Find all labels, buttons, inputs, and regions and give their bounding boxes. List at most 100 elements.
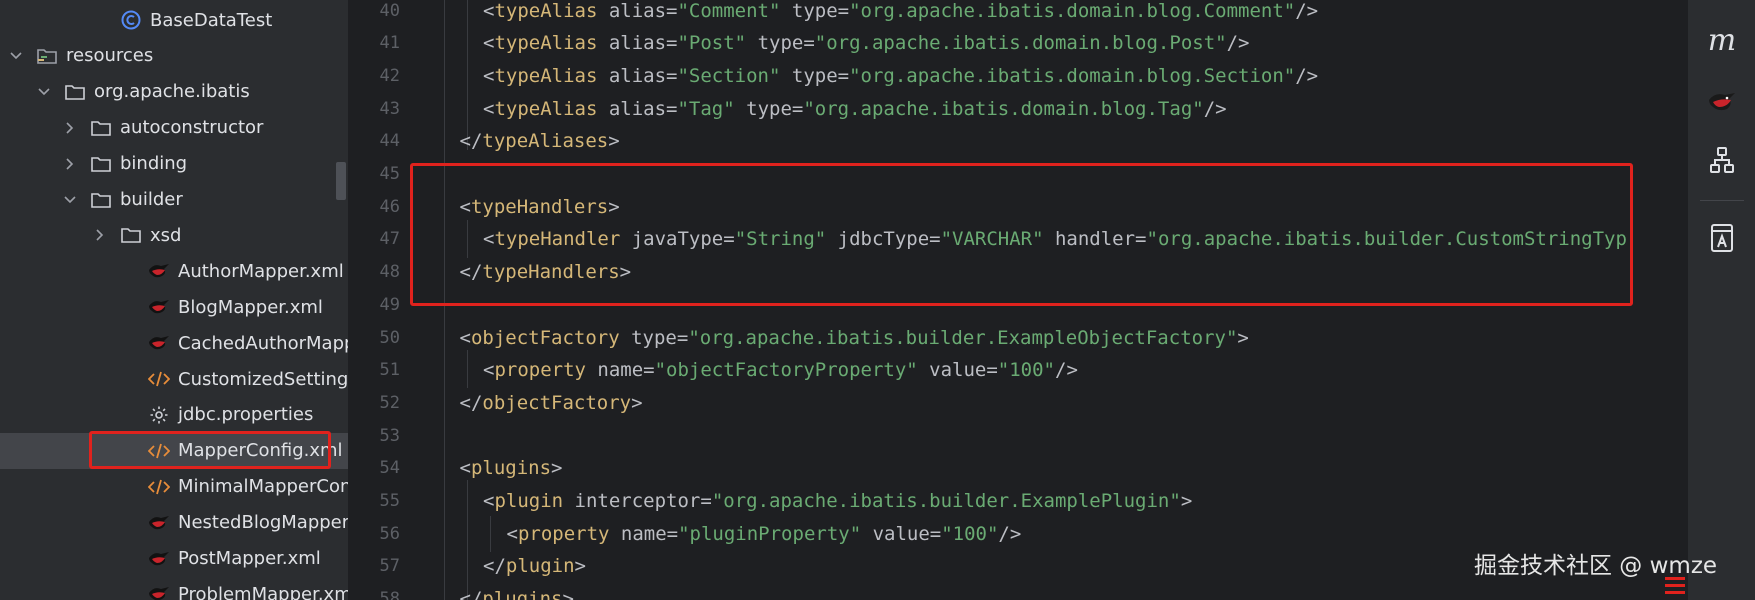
line-number: 51 [379, 360, 400, 381]
line-number: 53 [379, 425, 400, 446]
code-token: type= [746, 32, 815, 55]
code-text: </objectFactory> [460, 392, 643, 414]
code-token: "org.apache.ibatis.domain.blog.Post" [814, 32, 1227, 55]
code-token: plugin [505, 555, 575, 578]
line-number: 50 [379, 327, 400, 348]
code-token: alias= [597, 32, 678, 55]
line-number: 55 [379, 491, 400, 511]
line-number: 48 [379, 262, 400, 283]
code-text: <typeAlias alias="Section" type="org.apa… [483, 65, 1318, 87]
line-number: 57 [379, 556, 400, 577]
tree-item[interactable]: CachedAuthorMapper.x [0, 325, 348, 361]
code-token: typeAlias [494, 97, 598, 120]
code-token: </ [459, 391, 483, 414]
tree-item-label: org.apache.ibatis [94, 81, 250, 103]
code-token: > [608, 130, 620, 153]
tree-item[interactable]: AuthorMapper.xml [0, 253, 348, 289]
code-token: value= [917, 359, 998, 382]
code-line: 54 <plugins> [348, 452, 1688, 485]
line-number: 42 [379, 65, 400, 86]
code-token: plugin [494, 490, 564, 512]
code-token: "Tag" [677, 97, 735, 120]
translate-book-icon[interactable] [1704, 220, 1740, 256]
chevron-down-icon[interactable] [36, 84, 52, 100]
tree-item[interactable]: ProblemMapper.xml [0, 576, 348, 600]
tree-item[interactable]: binding [0, 146, 348, 182]
code-line: 41 <typeAlias alias="Post" type="org.apac… [348, 27, 1688, 60]
chevron-right-icon[interactable] [62, 156, 78, 172]
code-token: </ [483, 555, 506, 578]
code-token: < [483, 490, 495, 512]
chevron-down-icon[interactable] [62, 192, 78, 208]
tree-item[interactable]: BlogMapper.xml [0, 289, 348, 325]
code-token: name= [585, 359, 655, 382]
line-number: 40 [379, 0, 400, 21]
tree-item[interactable]: NestedBlogMapper.xm [0, 505, 348, 541]
code-line: 53 [348, 419, 1688, 452]
line-number: 52 [379, 392, 400, 413]
code-token: "100" [941, 522, 999, 545]
maven-m-label: m [1707, 22, 1737, 58]
code-text: <objectFactory type="org.apache.ibatis.b… [460, 327, 1249, 349]
maven-m-icon[interactable]: m [1704, 22, 1740, 58]
tree-item-label: autoconstructor [120, 117, 264, 139]
code-token: /> [1295, 0, 1319, 22]
code-token: > [562, 588, 574, 600]
project-tree-panel: BaseDataTest resources org.apache.ibatis au… [0, 0, 348, 600]
tree-item[interactable]: BaseDataTest [0, 2, 348, 38]
tree-item[interactable]: xsd [0, 217, 348, 253]
code-token: typeAliases [482, 130, 609, 153]
code-text: <plugins> [460, 457, 563, 479]
code-token: "100" [997, 359, 1055, 382]
code-text: <typeAlias alias="Comment" type="org.apa… [483, 0, 1318, 22]
line-number: 46 [379, 196, 400, 217]
chevron-right-icon[interactable] [62, 120, 78, 136]
tree-item[interactable]: resources [0, 38, 348, 74]
chevron-down-icon[interactable] [8, 48, 24, 64]
code-text: </plugins> [460, 588, 574, 600]
code-token: typeAlias [494, 64, 598, 87]
tree-item[interactable]: CustomizedSettingsMa [0, 361, 348, 397]
line-number: 41 [379, 33, 400, 54]
tree-item[interactable]: PostMapper.xml [0, 541, 348, 577]
tree-item[interactable]: MinimalMapperConfig. [0, 469, 348, 505]
line-number: 43 [379, 98, 400, 119]
code-token: /> [1226, 32, 1250, 55]
code-token: typeAlias [494, 32, 598, 55]
menu-icon [1665, 577, 1685, 594]
code-token: </ [459, 130, 483, 153]
line-number: 49 [379, 294, 400, 315]
code-token: plugins [482, 588, 563, 600]
code-token: < [506, 522, 518, 545]
code-line: 43 <typeAlias alias="Tag" type="org.apach… [348, 92, 1688, 125]
mybatis-icon [148, 332, 170, 354]
code-token: < [483, 64, 495, 87]
typehandlers-annotation-box [410, 163, 1633, 306]
chevron-right-icon[interactable] [92, 227, 108, 243]
tree-item-label: MinimalMapperConfig. [178, 476, 348, 498]
code-token: value= [861, 522, 942, 545]
folder-icon [120, 224, 142, 246]
code-token: type= [780, 0, 850, 22]
code-text: <property name="objectFactoryProperty" v… [483, 359, 1078, 381]
tree-item-label: jdbc.properties [178, 404, 314, 426]
project-tree-scrollbar[interactable] [336, 162, 346, 200]
tree-item-label: BlogMapper.xml [178, 296, 323, 318]
folder-icon [90, 153, 112, 175]
code-token: type= [619, 326, 689, 349]
tree-item[interactable]: builder [0, 182, 348, 218]
code-line: 50 <objectFactory type="org.apache.ibatis… [348, 321, 1688, 354]
tree-item[interactable]: org.apache.ibatis [0, 74, 348, 110]
mybatis-icon [148, 583, 170, 600]
code-line: 44 </typeAliases> [348, 125, 1688, 158]
code-token: "org.apache.ibatis.domain.blog.Tag" [803, 97, 1204, 120]
tree-item-label: CachedAuthorMapper.x [178, 332, 348, 354]
tree-item[interactable]: autoconstructor [0, 110, 348, 146]
tree-item[interactable]: jdbc.properties [0, 397, 348, 433]
code-token: > [1180, 490, 1193, 512]
line-number: 56 [379, 523, 400, 544]
mybatis-bird-icon[interactable] [1704, 84, 1740, 120]
structure-hierarchy-icon[interactable] [1704, 142, 1740, 178]
code-line: 55 <plugin interceptor="org.apache.ibatis… [348, 485, 1688, 518]
mybatis-icon [148, 260, 170, 282]
